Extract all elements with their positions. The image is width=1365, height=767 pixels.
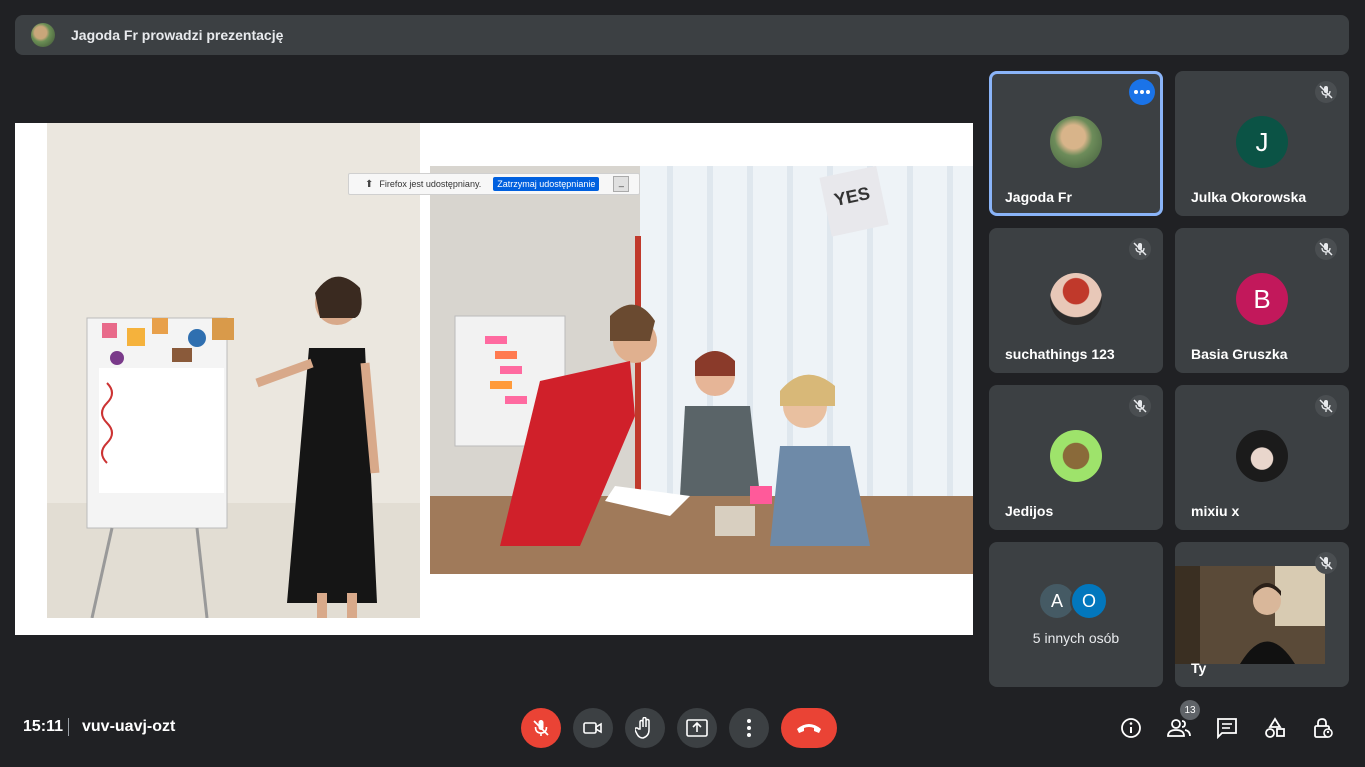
self-view-tile[interactable]: Ty bbox=[1175, 542, 1349, 687]
participant-tile-jedijos[interactable]: Jedijos bbox=[989, 385, 1163, 530]
camera-toggle-button[interactable] bbox=[573, 708, 613, 748]
more-options-icon[interactable] bbox=[1129, 79, 1155, 105]
meeting-code: vuv-uavj-ozt bbox=[82, 718, 176, 735]
others-tile[interactable]: A O 5 innych osób bbox=[989, 542, 1163, 687]
minimize-share-bar-button[interactable]: _ bbox=[613, 176, 630, 192]
firefox-sharing-bar: ⬆ Firefox jest udostępniany. Zatrzymaj u… bbox=[348, 173, 640, 195]
participant-name: Jagoda Fr bbox=[1005, 189, 1072, 205]
participant-tile-jagoda[interactable]: Jagoda Fr bbox=[989, 71, 1163, 216]
host-controls-button[interactable] bbox=[1307, 712, 1339, 744]
chat-button[interactable] bbox=[1211, 712, 1243, 744]
avatar bbox=[1050, 430, 1102, 482]
participant-name: Jedijos bbox=[1005, 503, 1054, 519]
activities-icon bbox=[1265, 717, 1285, 738]
avatar bbox=[1050, 116, 1102, 168]
meeting-time: 15:11 bbox=[23, 718, 64, 735]
participant-tile-julka[interactable]: J Julka Okorowska bbox=[1175, 71, 1349, 216]
participant-name: mixiu x bbox=[1191, 503, 1240, 519]
avatar bbox=[1236, 430, 1288, 482]
avatar bbox=[1050, 273, 1102, 325]
stop-sharing-button[interactable]: Zatrzymaj udostępnianie bbox=[493, 177, 600, 191]
mic-off-icon bbox=[1315, 395, 1337, 417]
mic-off-icon bbox=[1129, 395, 1151, 417]
others-count-label: 5 innych osób bbox=[1032, 630, 1120, 646]
presenter-banner-title: Jagoda Fr prowadzi prezentację bbox=[71, 27, 284, 43]
self-video bbox=[1175, 566, 1325, 664]
avatar: J bbox=[1236, 116, 1288, 168]
end-call-icon bbox=[797, 724, 821, 733]
lock-person-icon bbox=[1314, 718, 1333, 738]
meeting-details-button[interactable] bbox=[1115, 712, 1147, 744]
present-screen-button[interactable] bbox=[677, 708, 717, 748]
slide-photo-right: YES bbox=[430, 166, 973, 574]
present-icon bbox=[686, 719, 708, 737]
mic-off-icon bbox=[1315, 552, 1337, 574]
avatar: O bbox=[1070, 582, 1108, 620]
chat-icon bbox=[1217, 718, 1237, 739]
participant-name: Ty bbox=[1191, 660, 1207, 676]
participant-name: Julka Okorowska bbox=[1191, 189, 1307, 205]
mic-off-icon bbox=[1129, 238, 1151, 260]
participant-name: suchathings 123 bbox=[1005, 346, 1115, 362]
sharing-message: Firefox jest udostępniany. bbox=[379, 179, 482, 189]
avatar: B bbox=[1236, 273, 1288, 325]
participant-tile-mixiu[interactable]: mixiu x bbox=[1175, 385, 1349, 530]
presenter-avatar bbox=[31, 23, 55, 47]
divider bbox=[68, 718, 69, 736]
more-vert-icon bbox=[747, 719, 751, 737]
presentation-stage: YES ⬆ Firefox jest udostępniany. Zatrzym… bbox=[15, 123, 973, 635]
mic-off-icon bbox=[1315, 238, 1337, 260]
activities-button[interactable] bbox=[1259, 712, 1291, 744]
control-bar: 15:11 vuv-uavj-ozt 13 bbox=[0, 690, 1365, 767]
share-screen-icon: ⬆ bbox=[365, 178, 374, 190]
raise-hand-button[interactable] bbox=[625, 708, 665, 748]
mic-off-icon bbox=[533, 720, 549, 736]
participant-name: Basia Gruszka bbox=[1191, 346, 1288, 362]
hand-icon bbox=[635, 717, 650, 739]
mic-toggle-button[interactable] bbox=[521, 708, 561, 748]
more-options-button[interactable] bbox=[729, 708, 769, 748]
participant-tile-basia[interactable]: B Basia Gruszka bbox=[1175, 228, 1349, 373]
mic-off-icon bbox=[1315, 81, 1337, 103]
people-icon bbox=[1167, 719, 1191, 737]
participant-tile-suchathings[interactable]: suchathings 123 bbox=[989, 228, 1163, 373]
info-icon bbox=[1121, 718, 1141, 738]
leave-call-button[interactable] bbox=[781, 708, 837, 748]
presenter-banner: Jagoda Fr prowadzi prezentację bbox=[15, 15, 1349, 55]
camera-icon bbox=[583, 722, 602, 734]
people-count-badge: 13 bbox=[1180, 700, 1200, 720]
others-avatars: A O bbox=[989, 582, 1163, 620]
slide-photo-left bbox=[47, 123, 420, 618]
